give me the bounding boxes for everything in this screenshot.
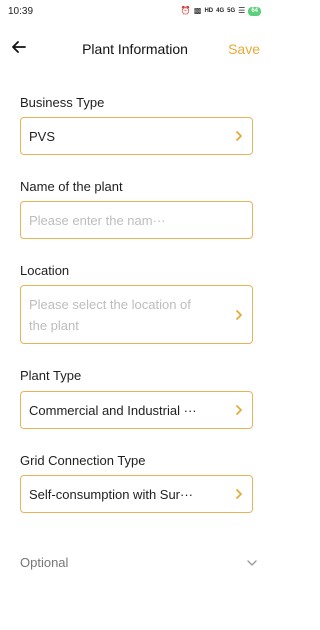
wifi-icon: ☰ [238, 6, 246, 15]
status-icons: ⏰ ▩ HD 4G 5G ☰ 64 [181, 6, 261, 16]
plant-name-label: Name of the plant [20, 179, 123, 194]
location-placeholder-line1: Please select the location of [29, 297, 191, 312]
grid-connection-label: Grid Connection Type [20, 453, 146, 468]
status-time: 10:39 [8, 6, 34, 17]
business-type-label: Business Type [20, 95, 105, 110]
save-button[interactable]: Save [228, 41, 260, 57]
alarm-icon: ⏰ [180, 6, 191, 15]
grid-connection-select[interactable]: Self-consumption with Sur··· [20, 475, 253, 513]
location-select[interactable]: Please select the location of the plant [20, 285, 253, 344]
plant-type-label: Plant Type [20, 368, 82, 383]
chevron-down-icon[interactable] [246, 558, 258, 568]
plant-name-input[interactable]: Please enter the nam··· [20, 201, 253, 239]
chevron-right-icon [236, 310, 242, 320]
header: Plant Information Save [0, 34, 270, 64]
hd-icon: HD [204, 8, 214, 14]
plant-type-value: Commercial and Industrial ··· [29, 403, 197, 418]
grid-connection-value: Self-consumption with Sur··· [29, 487, 193, 502]
chevron-right-icon [236, 489, 242, 499]
business-type-value: PVS [29, 129, 56, 144]
business-type-select[interactable]: PVS [20, 117, 253, 155]
signal-5g-icon: 5G [227, 8, 236, 14]
plant-type-select[interactable]: Commercial and Industrial ··· [20, 391, 253, 429]
battery-icon: 64 [248, 6, 261, 16]
location-placeholder-line2: the plant [29, 318, 79, 333]
location-label: Location [20, 263, 70, 278]
signal-4g-icon: 4G [216, 8, 225, 14]
nfc-icon: ▩ [193, 6, 202, 15]
chevron-right-icon [236, 131, 242, 141]
optional-section-toggle[interactable]: Optional [20, 555, 68, 570]
chevron-right-icon [236, 405, 242, 415]
plant-name-placeholder: Please enter the nam··· [29, 213, 166, 228]
status-bar: 10:39 ⏰ ▩ HD 4G 5G ☰ 64 [0, 0, 270, 24]
